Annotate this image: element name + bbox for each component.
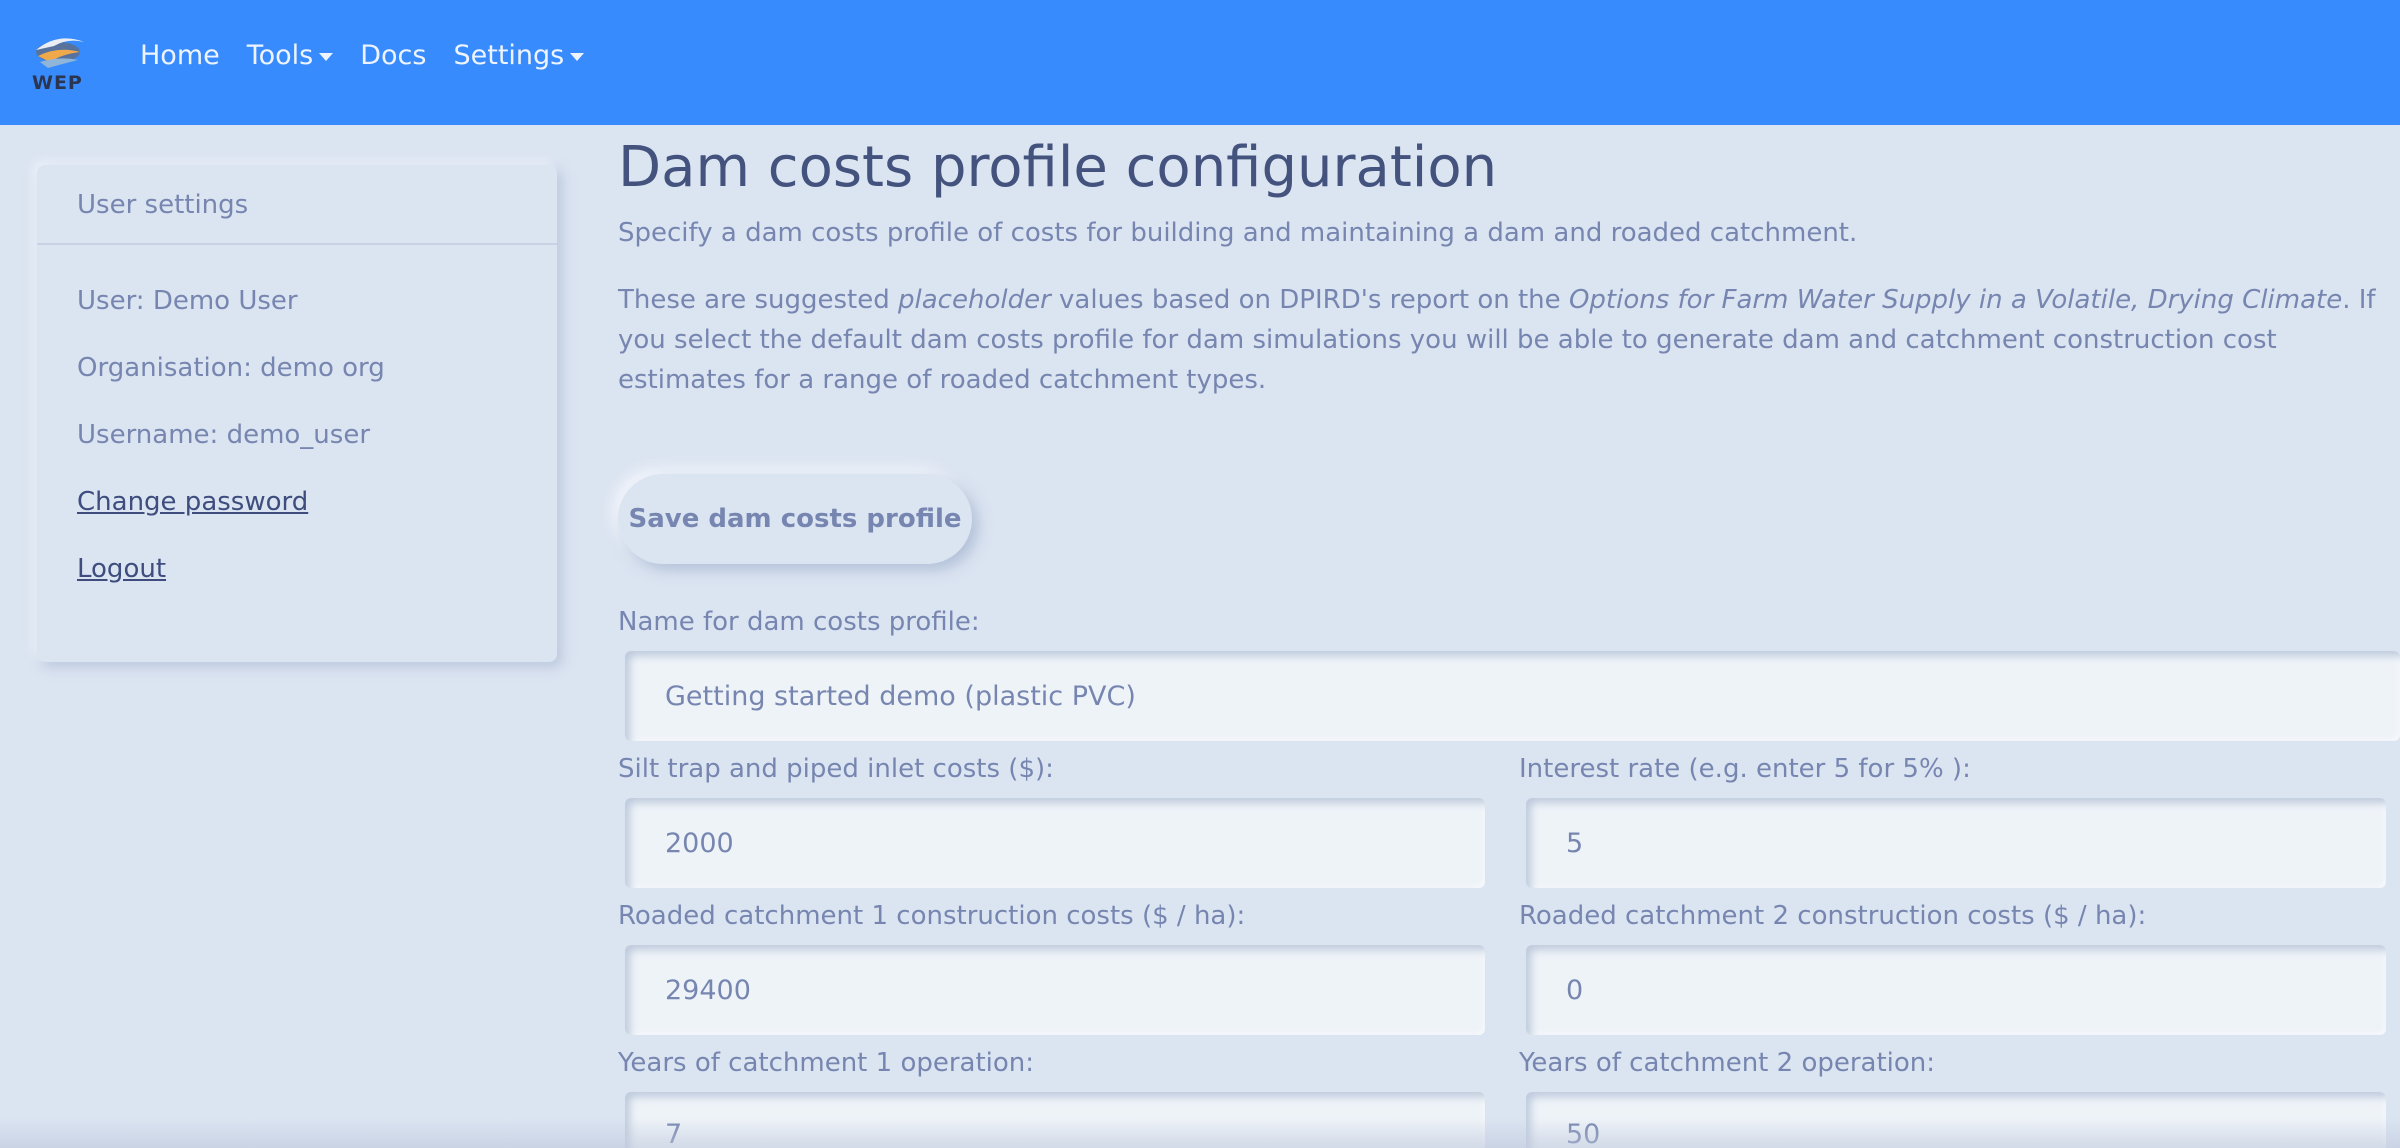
logout-link[interactable]: Logout <box>77 539 557 606</box>
nav-docs[interactable]: Docs <box>360 40 426 71</box>
intro-paragraph: These are suggested placeholder values b… <box>618 280 2388 400</box>
interest-rate-input[interactable] <box>1526 798 2386 888</box>
nav-settings-dropdown[interactable]: Settings <box>453 40 585 71</box>
nav-tools-dropdown[interactable]: Tools <box>247 40 334 71</box>
para-text-1: These are suggested <box>618 285 899 315</box>
bottom-shade <box>0 1118 2400 1148</box>
nav-links: Home Tools Docs Settings <box>140 40 611 71</box>
catchment-2-cost-input[interactable] <box>1526 945 2386 1035</box>
silt-trap-input[interactable] <box>625 798 1485 888</box>
page-lead: Specify a dam costs profile of costs for… <box>618 218 1858 248</box>
user-name-text: User: Demo User <box>77 286 298 316</box>
nav-tools-label: Tools <box>246 40 314 71</box>
nav-settings-label: Settings <box>453 40 565 71</box>
caret-down-icon <box>570 52 585 61</box>
organisation-text: Organisation: demo org <box>77 353 385 383</box>
catchment-1-cost-input[interactable] <box>625 945 1485 1035</box>
save-dam-costs-profile-button[interactable]: Save dam costs profile <box>618 474 972 564</box>
para-emphasis-report: Options for Farm Water Supply in a Volat… <box>1568 285 2343 315</box>
catchment-2-cost-label: Roaded catchment 2 construction costs ($… <box>1519 901 2147 931</box>
user-settings-card: User settings User: Demo User Organisati… <box>37 165 557 662</box>
wep-logo[interactable]: WEP <box>28 28 90 94</box>
profile-name-input[interactable] <box>625 651 2400 741</box>
card-body: User: Demo User Organisation: demo org U… <box>37 245 557 606</box>
name-label: Name for dam costs profile: <box>618 607 980 637</box>
caret-down-icon <box>319 52 334 61</box>
logo-text: WEP <box>32 72 83 94</box>
para-text-2: values based on DPIRD's report on the <box>1050 285 1569 315</box>
change-password-link[interactable]: Change password <box>77 472 557 539</box>
card-header: User settings <box>37 165 557 245</box>
username-text: Username: demo_user <box>77 420 371 450</box>
para-emphasis-placeholder: placeholder <box>898 285 1051 315</box>
catchment-2-years-label: Years of catchment 2 operation: <box>1519 1048 1936 1078</box>
navbar: WEP Home Tools Docs Settings <box>0 0 2400 125</box>
catchment-1-years-label: Years of catchment 1 operation: <box>618 1048 1035 1078</box>
page-title: Dam costs profile configuration <box>618 135 1498 200</box>
silt-trap-label: Silt trap and piped inlet costs ($): <box>618 754 1054 784</box>
interest-rate-label: Interest rate (e.g. enter 5 for 5% ): <box>1519 754 1971 784</box>
catchment-1-cost-label: Roaded catchment 1 construction costs ($… <box>618 901 1246 931</box>
nav-home[interactable]: Home <box>140 40 220 71</box>
